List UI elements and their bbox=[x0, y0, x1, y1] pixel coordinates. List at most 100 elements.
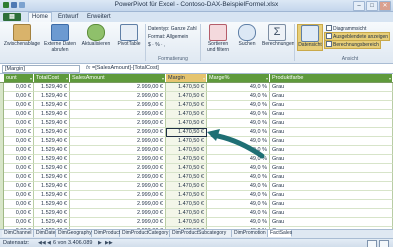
table-row[interactable]: 0,00 €1.529,40 €2.999,00 €1.470,50 €49,0… bbox=[0, 146, 393, 155]
table-cell[interactable]: 0,00 € bbox=[4, 173, 34, 182]
table-cell[interactable]: 1.529,40 € bbox=[34, 182, 70, 191]
margin-cell[interactable]: 1.470,50 € bbox=[166, 200, 207, 209]
table-row[interactable]: 0,00 €1.529,40 €2.999,00 €1.470,50 €49,0… bbox=[0, 182, 393, 191]
table-cell[interactable]: 1.529,40 € bbox=[34, 164, 70, 173]
table-cell[interactable]: Grau bbox=[270, 200, 393, 209]
table-cell[interactable]: 1.529,40 € bbox=[34, 218, 70, 227]
prev-record-button[interactable]: ◀ bbox=[47, 240, 51, 247]
table-cell[interactable]: Grau bbox=[270, 137, 393, 146]
column-header[interactable]: Margin ▾ bbox=[166, 74, 207, 82]
maximize-button[interactable]: □ bbox=[366, 1, 378, 11]
table-cell[interactable]: 49,0 % bbox=[207, 128, 270, 137]
margin-cell[interactable]: 1.470,50 € bbox=[166, 146, 207, 155]
filter-dropdown-icon[interactable]: ▾ bbox=[162, 75, 164, 82]
formula-input[interactable]: =[SalesAmount]-[TotalCost] bbox=[92, 65, 159, 72]
table-cell[interactable]: 1.529,40 € bbox=[34, 128, 70, 137]
table-cell[interactable]: 2.999,00 € bbox=[70, 128, 166, 137]
table-row[interactable]: 0,00 €1.529,40 €2.999,00 €1.470,50 €49,0… bbox=[0, 92, 393, 101]
table-cell[interactable]: 2.999,00 € bbox=[70, 218, 166, 227]
table-cell[interactable]: 0,00 € bbox=[4, 146, 34, 155]
table-cell[interactable]: 0,00 € bbox=[4, 92, 34, 101]
table-cell[interactable]: 0,00 € bbox=[4, 209, 34, 218]
datatype-dropdown[interactable]: Datentyp: Ganze Zahl bbox=[148, 26, 197, 32]
table-cell[interactable]: 2.999,00 € bbox=[70, 164, 166, 173]
calc-area-toggle[interactable]: Berechnungsbereich bbox=[324, 40, 381, 49]
table-cell[interactable]: 2.999,00 € bbox=[70, 92, 166, 101]
table-cell[interactable]: 2.999,00 € bbox=[70, 182, 166, 191]
filter-dropdown-icon[interactable]: ▾ bbox=[203, 75, 205, 82]
filter-dropdown-icon[interactable]: ▾ bbox=[66, 75, 68, 82]
margin-cell[interactable]: 1.470,50 € bbox=[166, 182, 207, 191]
table-cell[interactable]: 1.529,40 € bbox=[34, 191, 70, 200]
table-cell[interactable]: 0,00 € bbox=[4, 101, 34, 110]
table-cell[interactable]: 2.999,00 € bbox=[70, 83, 166, 92]
table-row[interactable]: 0,00 €1.529,40 €2.999,00 €1.470,50 €49,0… bbox=[0, 218, 393, 227]
table-cell[interactable]: 2.999,00 € bbox=[70, 110, 166, 119]
table-row[interactable]: 0,00 €1.529,40 €2.999,00 €1.470,50 €49,0… bbox=[0, 209, 393, 218]
table-cell[interactable]: Grau bbox=[270, 101, 393, 110]
table-cell[interactable]: 49,0 % bbox=[207, 173, 270, 182]
table-cell[interactable]: 49,0 % bbox=[207, 137, 270, 146]
sheet-tab[interactable]: DimProductCategory bbox=[120, 230, 170, 237]
table-cell[interactable]: 2.999,00 € bbox=[70, 191, 166, 200]
table-row[interactable]: 0,00 €1.529,40 €2.999,00 €1.470,50 €49,0… bbox=[0, 128, 393, 137]
table-cell[interactable]: 0,00 € bbox=[4, 119, 34, 128]
filter-dropdown-icon[interactable]: ▾ bbox=[389, 75, 391, 82]
table-cell[interactable]: 1.529,40 € bbox=[34, 209, 70, 218]
tab-advanced[interactable]: Erweitert bbox=[84, 13, 114, 22]
sort-filter-button[interactable]: Sortieren und filtern bbox=[203, 24, 233, 53]
diagram-view-small-icon[interactable] bbox=[379, 240, 389, 247]
table-cell[interactable]: 1.529,40 € bbox=[34, 101, 70, 110]
table-cell[interactable]: 1.529,40 € bbox=[34, 119, 70, 128]
column-header[interactable]: SalesAmount ▾ bbox=[70, 74, 166, 82]
table-cell[interactable]: 49,0 % bbox=[207, 92, 270, 101]
name-box[interactable]: [Margin] bbox=[2, 65, 80, 73]
margin-cell[interactable]: 1.470,50 € bbox=[166, 110, 207, 119]
table-cell[interactable]: Grau bbox=[270, 146, 393, 155]
table-cell[interactable]: Grau bbox=[270, 218, 393, 227]
table-cell[interactable]: 1.529,40 € bbox=[34, 173, 70, 182]
column-header[interactable]: Produktfarbe ▾ bbox=[270, 74, 393, 82]
table-row[interactable]: 0,00 €1.529,40 €2.999,00 €1.470,50 €49,0… bbox=[0, 110, 393, 119]
format-dropdown[interactable]: Format: Allgemein bbox=[148, 34, 188, 40]
table-cell[interactable]: Grau bbox=[270, 155, 393, 164]
table-cell[interactable]: 1.529,40 € bbox=[34, 92, 70, 101]
margin-cell[interactable]: 1.470,50 € bbox=[166, 173, 207, 182]
filter-dropdown-icon[interactable]: ▾ bbox=[30, 75, 32, 82]
table-cell[interactable]: 1.529,40 € bbox=[34, 146, 70, 155]
margin-cell[interactable]: 1.470,50 € bbox=[166, 119, 207, 128]
pivottable-button[interactable]: PivotTable bbox=[115, 24, 143, 48]
table-cell[interactable]: 0,00 € bbox=[4, 110, 34, 119]
table-cell[interactable]: 2.999,00 € bbox=[70, 200, 166, 209]
refresh-button[interactable]: Aktualisieren bbox=[80, 24, 112, 48]
table-cell[interactable]: 0,00 € bbox=[4, 164, 34, 173]
table-cell[interactable]: 2.999,00 € bbox=[70, 209, 166, 218]
sheet-tab[interactable]: DimPromotion bbox=[232, 230, 268, 237]
column-header[interactable]: Marge% ▾ bbox=[207, 74, 270, 82]
margin-cell[interactable]: 1.470,50 € bbox=[166, 83, 207, 92]
file-menu-button[interactable]: ▤ bbox=[3, 13, 21, 21]
minimize-button[interactable]: – bbox=[353, 1, 365, 11]
number-format-buttons[interactable]: $ · % · ‚ bbox=[148, 42, 165, 48]
table-cell[interactable]: 1.529,40 € bbox=[34, 155, 70, 164]
external-data-button[interactable]: Externe Daten abrufen bbox=[44, 24, 76, 53]
grid-view-icon[interactable] bbox=[367, 240, 377, 247]
sheet-tab[interactable]: DimProductSubcategory bbox=[170, 230, 232, 237]
first-record-button[interactable]: ◀◀ bbox=[38, 240, 46, 247]
margin-cell[interactable]: 1.470,50 € bbox=[166, 218, 207, 227]
calculations-button[interactable]: Σ Berechnungen bbox=[262, 24, 295, 48]
sheet-tab[interactable]: FactSales bbox=[268, 230, 292, 237]
table-cell[interactable]: 0,00 € bbox=[4, 155, 34, 164]
data-view-button[interactable]: Datensicht bbox=[297, 24, 323, 51]
table-cell[interactable]: Grau bbox=[270, 173, 393, 182]
column-header[interactable]: TotalCost ▾ bbox=[34, 74, 70, 82]
table-row[interactable]: 0,00 €1.529,40 €2.999,00 €1.470,50 €49,0… bbox=[0, 155, 393, 164]
table-row[interactable]: 0,00 €1.529,40 €2.999,00 €1.470,50 €49,0… bbox=[0, 101, 393, 110]
next-record-button[interactable]: ▶ bbox=[98, 240, 102, 247]
table-cell[interactable]: Grau bbox=[270, 164, 393, 173]
table-row[interactable]: 0,00 €1.529,40 €2.999,00 €1.470,50 €49,0… bbox=[0, 200, 393, 209]
close-button[interactable]: ✕ bbox=[379, 1, 391, 11]
sheet-tab[interactable]: DimProduct bbox=[92, 230, 120, 237]
table-cell[interactable]: 49,0 % bbox=[207, 218, 270, 227]
table-cell[interactable]: 2.999,00 € bbox=[70, 137, 166, 146]
